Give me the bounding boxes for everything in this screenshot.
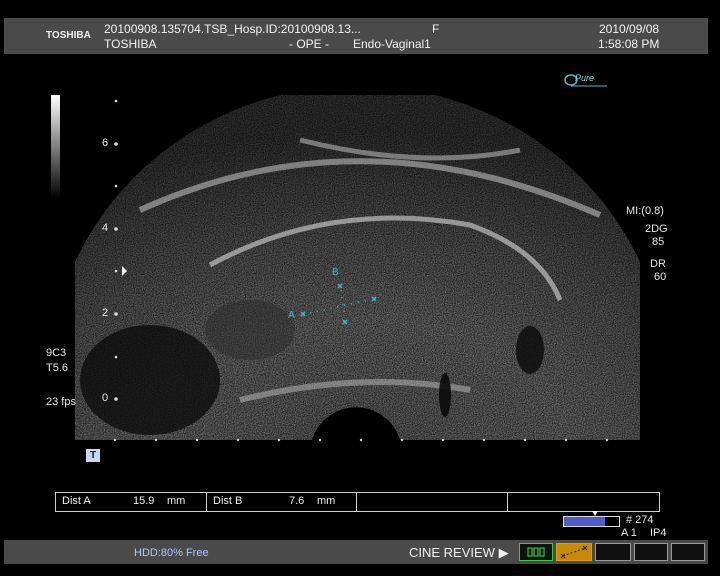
- measurement-b-unit: mm: [317, 495, 336, 507]
- film-strip-icon: [527, 547, 545, 557]
- ultrasound-image: [75, 95, 640, 442]
- cine-frame-number: # 274: [626, 514, 654, 526]
- measurement-cell-b: Dist B 7.6 mm: [207, 493, 357, 511]
- footer-button-4[interactable]: [634, 543, 668, 561]
- probe-label: 9C3: [46, 347, 67, 359]
- mi-label: MI:(0.8): [626, 205, 664, 217]
- hdd-status: HDD:80% Free: [134, 547, 209, 559]
- footer-button-3[interactable]: [595, 543, 631, 561]
- measurement-cell-a: Dist A 15.9 mm: [56, 493, 207, 511]
- footer-button-5[interactable]: [671, 543, 705, 561]
- caliper-line-icon: [560, 545, 588, 559]
- cine-position-marker: [592, 511, 598, 516]
- measurement-a-unit: mm: [167, 495, 186, 507]
- caliper-b-label: B: [332, 267, 339, 278]
- tissue-label: T5.6: [46, 362, 69, 374]
- caliper-a-label: A: [288, 310, 295, 321]
- measurement-bar: Dist A 15.9 mm Dist B 7.6 mm: [55, 492, 660, 512]
- cine-a-label: A 1: [621, 527, 637, 539]
- measurement-a-name: Dist A: [62, 495, 91, 507]
- measurement-b-value: 7.6: [289, 495, 305, 507]
- cine-frames-button[interactable]: [519, 543, 553, 561]
- sector-image: [75, 95, 640, 440]
- cine-review-label[interactable]: CINE REVIEW ▶: [409, 545, 509, 561]
- frame-rate-label: 23 fps: [46, 396, 76, 408]
- depth-label-2: 2: [102, 307, 109, 319]
- depth-label-0: 0: [102, 392, 109, 404]
- measurement-a-value: 15.9: [133, 495, 155, 507]
- dr-label: DR: [650, 258, 666, 270]
- depth-label-4: 4: [102, 222, 109, 234]
- footer-bar: HDD:80% Free CINE REVIEW ▶: [4, 540, 708, 564]
- measurement-b-name: Dist B: [213, 495, 243, 507]
- distance-measure-button[interactable]: [556, 543, 592, 561]
- mode-2dg-label: 2DG: [645, 223, 668, 235]
- gain-value: 85: [652, 236, 665, 248]
- depth-label-6: 6: [102, 137, 109, 149]
- dr-value: 60: [654, 271, 667, 283]
- measurement-cell-empty-1: [357, 493, 508, 511]
- cine-ip-label: IP4: [650, 527, 667, 539]
- orientation-marker[interactable]: T: [86, 449, 100, 462]
- measurement-cell-empty-2: [508, 493, 659, 511]
